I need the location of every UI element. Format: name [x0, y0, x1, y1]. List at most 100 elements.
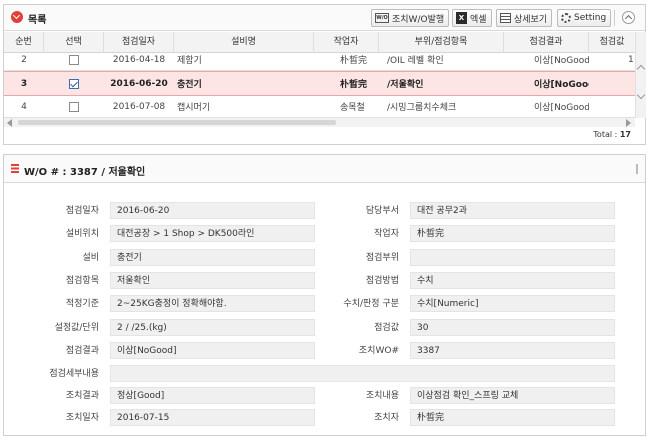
horizontal-scroll-thumb[interactable]: [18, 120, 336, 125]
cell-result: 이상[NoGood: [534, 56, 589, 66]
total-value: 17: [619, 130, 631, 139]
location-label: 설비위치: [65, 229, 99, 239]
row-checkbox[interactable]: [69, 54, 79, 65]
cell-equipment: 제함기: [177, 56, 202, 66]
toolbar-divider: [614, 10, 615, 26]
action-date-value: 2016-07-15: [110, 409, 315, 426]
col-header-worker[interactable]: 작업자: [314, 32, 379, 53]
worker-value: 朴晳完: [410, 225, 615, 242]
equipment-value: 충전기: [110, 249, 315, 266]
row-checkbox[interactable]: [69, 101, 79, 112]
cell-item: /시밍그룹치수체크: [387, 103, 457, 113]
action-result-label: 조치결과: [65, 391, 99, 401]
setting-value: 2 / /25.(kg): [110, 319, 315, 336]
cell-select: [44, 72, 104, 95]
value-value: 30: [410, 319, 615, 336]
gear-icon: [561, 13, 571, 23]
action-person-label: 조치자: [374, 413, 399, 423]
cell-result: 이상[NoGood: [534, 80, 589, 90]
detail-view-button[interactable]: 상세보기: [496, 9, 553, 27]
cell-worker: 朴晳完: [340, 80, 368, 90]
item-label: 점검항목: [65, 276, 99, 286]
equipment-label: 설비: [82, 253, 99, 263]
scroll-right-icon[interactable]: [626, 119, 631, 127]
setting-label: 설정값/단위: [54, 323, 99, 333]
worker-label: 작업자: [374, 229, 399, 239]
cell-item: /저울확인: [387, 80, 424, 90]
setting-label: Setting: [574, 13, 607, 23]
method-label: 점검방법: [365, 276, 399, 286]
col-header-equipment[interactable]: 설비명: [174, 32, 314, 53]
table-row[interactable]: 4 2016-07-08 캡시머기 송목철 /시밍그룹치수체크 이상[NoGoo…: [4, 96, 635, 117]
excel-button[interactable]: X 엑셀: [452, 9, 492, 27]
vertical-scrollbar[interactable]: [635, 32, 646, 118]
setting-button[interactable]: Setting: [557, 9, 612, 27]
chevron-down-circle-icon[interactable]: [11, 11, 23, 23]
cell-result: 이상[NoGood: [534, 103, 589, 113]
row-checkbox-checked[interactable]: [69, 78, 79, 89]
col-header-item[interactable]: 부위/점검항목: [379, 32, 504, 53]
detail-list-icon: [500, 13, 511, 23]
wo-issue-button[interactable]: W/O 조치W/O발행: [371, 9, 450, 27]
part-label: 점검부위: [365, 253, 399, 263]
result-value: 이상[NoGood]: [110, 342, 315, 359]
scroll-left-icon[interactable]: [7, 119, 12, 127]
wo-issue-label: 조치W/O발행: [392, 14, 445, 25]
cell-equipment: 충전기: [177, 80, 202, 90]
cell-item: /OIL 레벨 확인: [387, 56, 444, 66]
method-value: 수치: [410, 272, 615, 289]
grid-body: 2 2016-04-18 제함기 朴晳完 /OIL 레벨 확인 이상[NoGoo…: [4, 53, 635, 117]
judge-value: 수치[Numeric]: [410, 295, 615, 312]
insp-date-label: 점검일자: [65, 206, 99, 216]
list-panel-title: 목록: [28, 15, 47, 26]
col-header-date[interactable]: 점검일자: [104, 32, 174, 53]
cell-value: [628, 72, 635, 95]
chevron-up-circle-icon[interactable]: [622, 11, 635, 24]
horizontal-scrollbar[interactable]: [4, 117, 635, 127]
location-value: 대전공장 > 1 Shop > DK500라인: [110, 225, 315, 242]
cell-no: 4: [21, 101, 27, 112]
value-label: 점검값: [374, 323, 399, 333]
cell-select: [44, 53, 104, 70]
action-wo-label: 조치WO#: [358, 346, 399, 356]
list-icon: [11, 164, 19, 173]
cell-date: 2016-07-08: [112, 101, 166, 112]
remark-value: [110, 365, 615, 382]
result-label: 점검결과: [65, 346, 99, 356]
detail-panel: W/O # : 3387 / 저울확인 점검일자 2016-06-20 담당부서…: [3, 154, 646, 436]
judge-label: 수치/판정 구분: [343, 299, 399, 309]
table-row-selected[interactable]: 3 2016-06-20 충전기 朴晳完 /저울확인 이상[NoGood: [4, 71, 635, 96]
part-value: [410, 249, 615, 266]
cell-value: 1: [628, 54, 634, 65]
col-header-select[interactable]: 선택: [44, 32, 104, 53]
action-content-value: 이상점검 확인_스프링 교체: [410, 387, 615, 404]
dept-value: 대전 공무2과: [410, 202, 615, 219]
action-wo-value: 3387: [410, 342, 615, 359]
action-content-label: 조치내용: [365, 391, 399, 401]
panel-menu-icon[interactable]: [636, 164, 638, 174]
cell-no: 2: [21, 54, 27, 65]
cell-value: [628, 96, 635, 117]
cell-date: 2016-04-18: [112, 54, 166, 65]
cell-select: [44, 96, 104, 117]
detail-panel-title: W/O # : 3387 / 저울확인: [24, 167, 146, 178]
detail-view-label: 상세보기: [514, 14, 548, 25]
scroll-up-icon[interactable]: [636, 64, 646, 74]
total-label: Total :: [593, 130, 620, 139]
grid-header: 순번 선택 점검일자 설비명 작업자 부위/점검항목 점검결과 점검값: [4, 32, 635, 53]
item-value: 저울확인: [110, 272, 315, 289]
col-header-result[interactable]: 점검결과: [504, 32, 589, 53]
col-header-value[interactable]: 점검값: [589, 32, 635, 53]
dept-label: 담당부서: [365, 206, 399, 216]
excel-icon: X: [456, 12, 467, 24]
table-row[interactable]: 2 2016-04-18 제함기 朴晳完 /OIL 레벨 확인 이상[NoGoo…: [4, 53, 635, 71]
list-panel-header: 목록 W/O 조치W/O발행 X 엑셀 상세보기 Setting: [4, 5, 645, 31]
action-date-label: 조치일자: [65, 413, 99, 423]
list-panel: 목록 W/O 조치W/O발행 X 엑셀 상세보기 Setting 순번 선택 점…: [3, 4, 646, 145]
cell-no: 3: [20, 78, 28, 89]
cell-date: 2016-06-20: [110, 78, 168, 89]
cell-worker: 朴晳完: [340, 56, 368, 66]
scroll-down-icon[interactable]: [636, 90, 646, 100]
detail-panel-header: W/O # : 3387 / 저울확인: [4, 155, 645, 183]
col-header-no[interactable]: 순번: [4, 32, 44, 53]
